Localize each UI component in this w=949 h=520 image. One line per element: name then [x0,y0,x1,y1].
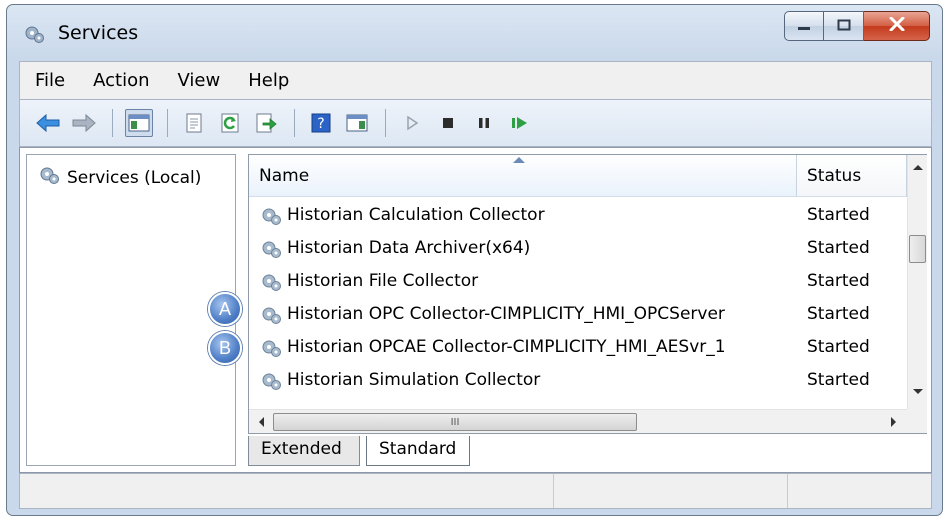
caption-buttons [784,11,930,41]
minimize-button[interactable] [784,11,824,41]
table-row[interactable]: Historian OPCAE Collector-CIMPLICITY_HMI… [249,331,907,364]
show-action-pane-icon[interactable] [343,109,371,137]
back-arrow-icon[interactable] [34,109,62,137]
toolbar-separator [385,109,386,137]
menu-bar: File Action View Help [19,61,932,99]
service-status: Started [807,304,870,324]
service-status: Started [807,337,870,357]
services-gear-icon [37,163,61,192]
table-row[interactable]: Historian File Collector Started [249,265,907,298]
toolbar-separator [294,109,295,137]
maximize-icon [837,16,851,36]
table-row[interactable]: Historian Data Archiver(x64) Started [249,232,907,265]
service-name: Historian OPCAE Collector-CIMPLICITY_HMI… [287,337,726,357]
menu-file[interactable]: File [35,70,65,91]
toolbar: ? [19,99,932,147]
scroll-left-icon[interactable] [259,417,264,427]
status-panel [788,474,931,508]
callout-badge-a: A [208,292,242,326]
service-gear-icon [259,270,283,294]
toolbar-separator [167,109,168,137]
help-icon[interactable]: ? [307,109,335,137]
service-name: Historian OPC Collector-CIMPLICITY_HMI_O… [287,304,725,324]
main-content: Services (Local) Name Status Historian C… [19,147,932,473]
service-gear-icon [259,303,283,327]
minimize-icon [797,16,811,36]
window-title: Services [58,22,139,44]
scroll-up-icon[interactable] [913,165,923,170]
show-hide-console-tree-icon[interactable] [125,109,153,137]
service-gear-icon [259,204,283,228]
table-row[interactable]: Historian Simulation Collector Started [249,364,907,397]
properties-icon[interactable] [180,109,208,137]
services-gear-icon [22,22,46,46]
service-gear-icon [259,237,283,261]
service-gear-icon [259,369,283,393]
tab-standard[interactable]: Standard [366,436,470,466]
console-tree: Services (Local) [26,154,236,466]
service-status: Started [807,370,870,390]
tab-extended[interactable]: Extended [248,436,360,466]
refresh-icon[interactable] [216,109,244,137]
column-header-status[interactable]: Status [797,155,907,197]
menu-action[interactable]: Action [93,70,149,91]
menu-help[interactable]: Help [248,70,289,91]
status-bar [19,473,932,509]
maximize-button[interactable] [824,11,864,41]
horizontal-scroll-thumb[interactable]: III [273,413,637,431]
title-bar[interactable]: Services [7,5,942,61]
service-status: Started [807,271,870,291]
service-name: Historian Simulation Collector [287,370,541,390]
export-list-icon[interactable] [252,109,280,137]
sort-ascending-icon [513,157,525,163]
table-row[interactable]: Historian OPC Collector-CIMPLICITY_HMI_O… [249,298,907,331]
close-button[interactable] [864,11,930,41]
start-service-icon[interactable] [398,109,426,137]
svg-text:?: ? [317,116,324,132]
toolbar-separator [112,109,113,137]
service-name: Historian File Collector [287,271,479,291]
callout-badge-b: B [208,331,242,365]
column-header-name[interactable]: Name [249,155,797,197]
table-row[interactable]: Historian Calculation Collector Started [249,199,907,232]
pause-service-icon[interactable] [470,109,498,137]
forward-arrow-icon[interactable] [70,109,98,137]
tree-item-label: Services (Local) [67,167,202,188]
status-panel [20,474,554,508]
horizontal-scrollbar[interactable]: III [249,409,907,433]
service-status: Started [807,238,870,258]
column-header-label: Name [259,165,310,186]
scroll-right-icon[interactable] [891,417,896,427]
close-icon [889,16,905,36]
scroll-down-icon[interactable] [913,389,923,394]
service-status: Started [807,205,870,225]
scrollbar-corner [907,409,927,433]
vertical-scrollbar[interactable] [907,155,927,409]
status-panel [554,474,788,508]
menu-view[interactable]: View [178,70,221,91]
service-name: Historian Data Archiver(x64) [287,238,531,258]
stop-service-icon[interactable] [434,109,462,137]
services-window: Services File Action View Help ? Service… [6,4,943,516]
service-gear-icon [259,336,283,360]
restart-service-icon[interactable] [506,109,534,137]
services-list: Name Status Historian Calculation Collec… [248,154,927,434]
vertical-scroll-thumb[interactable] [909,235,926,263]
column-header-label: Status [807,165,862,186]
tree-item-services-local[interactable]: Services (Local) [33,161,205,194]
service-name: Historian Calculation Collector [287,205,545,225]
